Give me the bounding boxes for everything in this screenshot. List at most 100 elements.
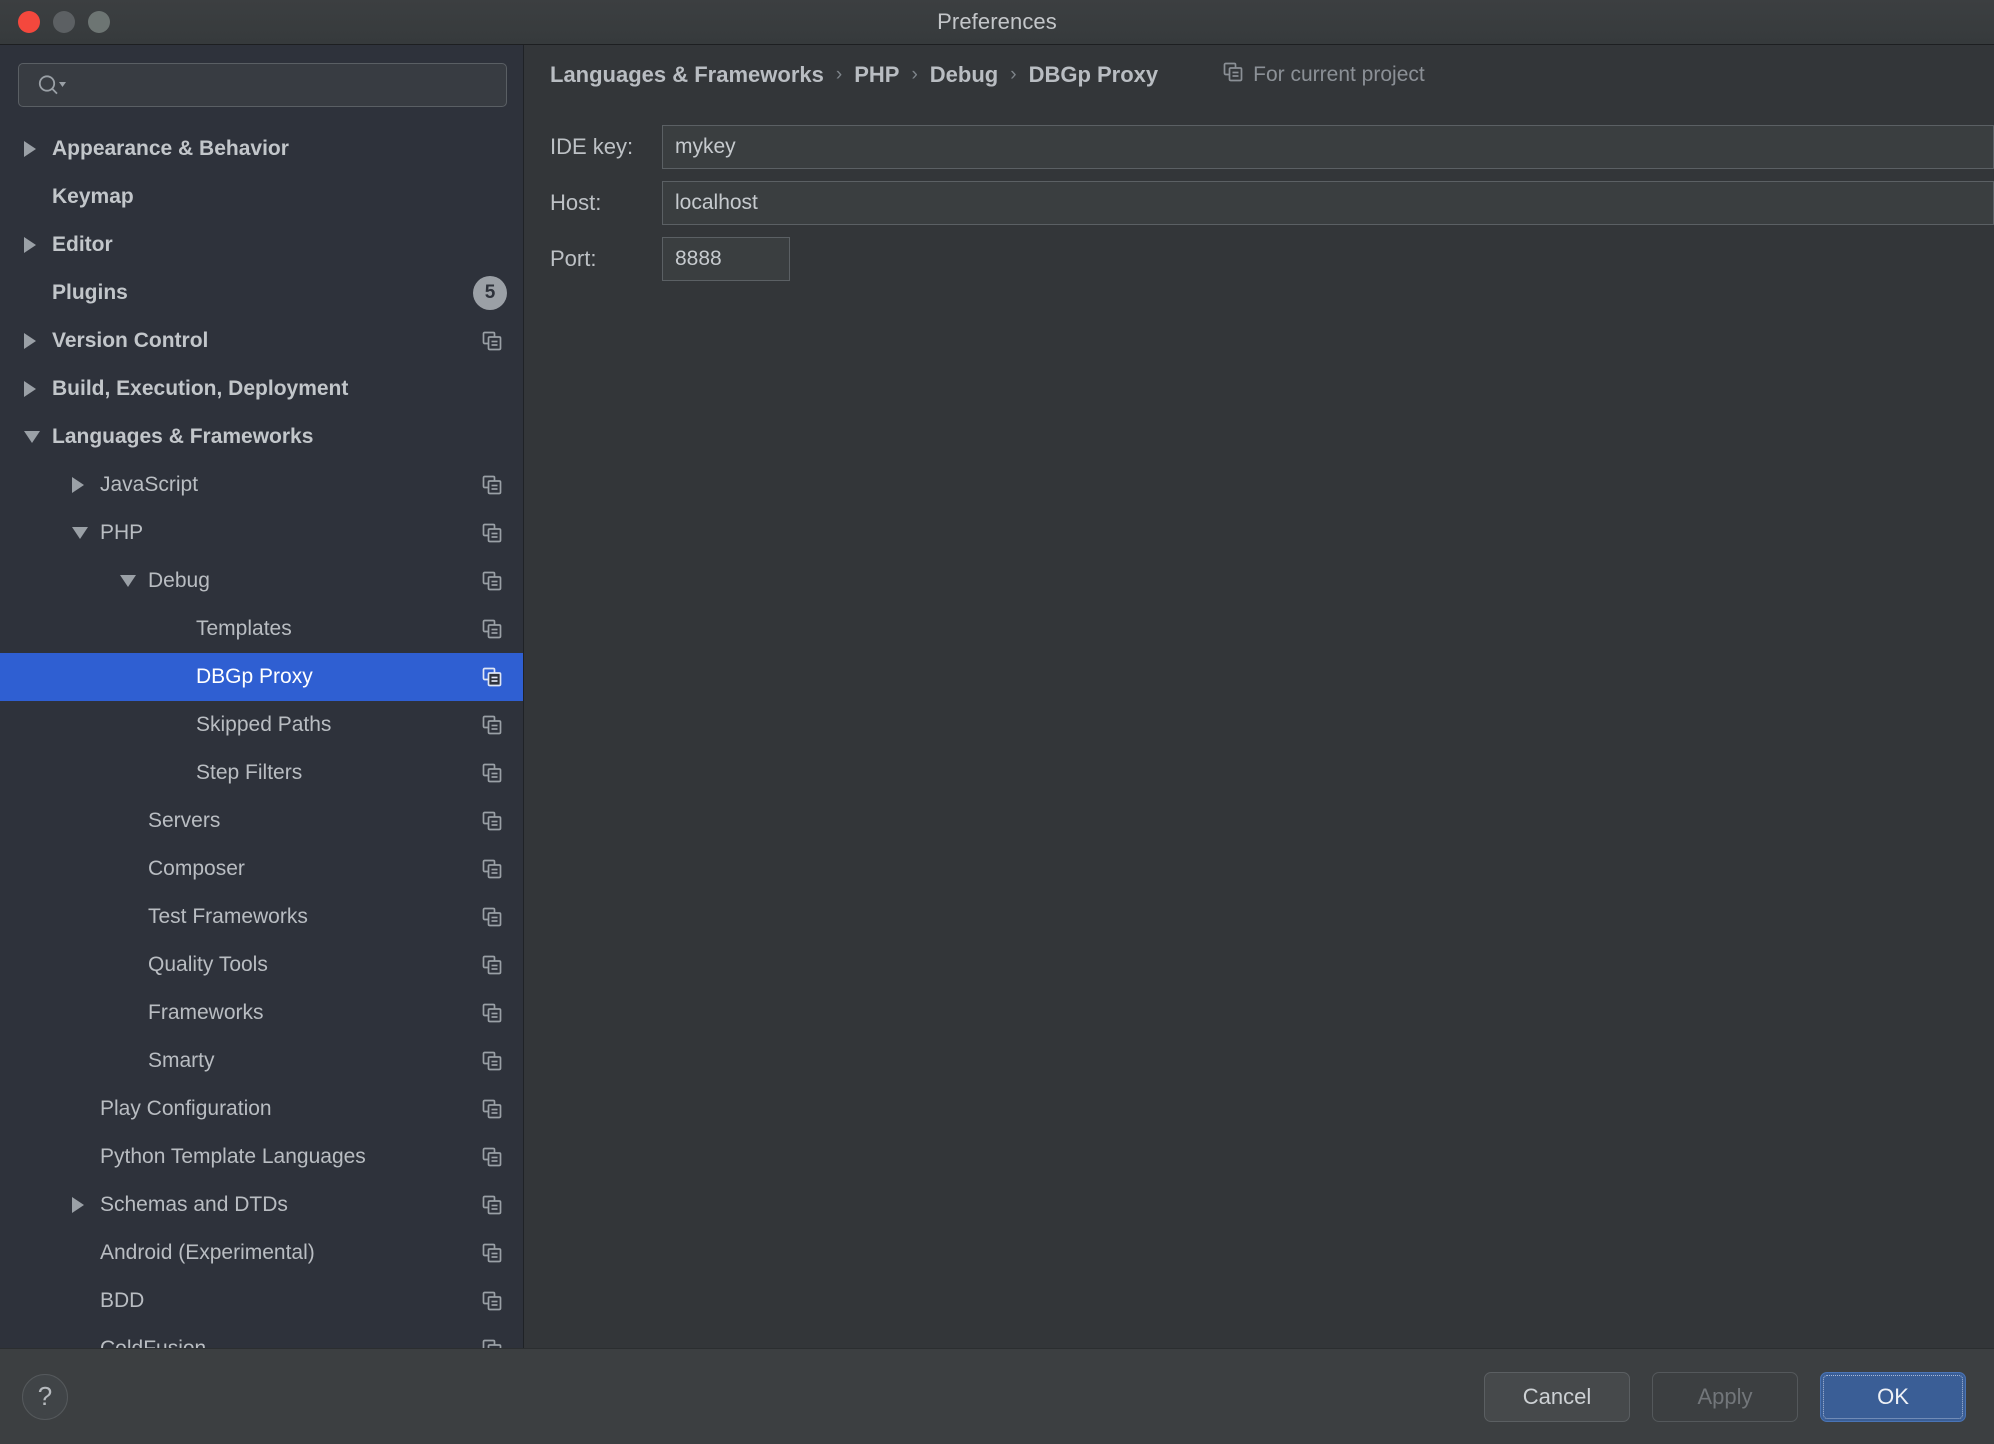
breadcrumb-item[interactable]: Languages & Frameworks — [550, 62, 824, 88]
copy-settings-icon[interactable] — [481, 666, 503, 688]
sidebar-item-skipped-paths[interactable]: Skipped Paths — [0, 701, 523, 749]
sidebar-item-schemas-and-dtds[interactable]: Schemas and DTDs — [0, 1181, 523, 1229]
sidebar-item-label: Editor — [52, 233, 113, 256]
sidebar-item-servers[interactable]: Servers — [0, 797, 523, 845]
copy-settings-icon[interactable] — [481, 858, 503, 880]
help-button[interactable]: ? — [22, 1373, 68, 1420]
copy-settings-icon[interactable] — [481, 1050, 503, 1072]
chevron-right-icon[interactable] — [72, 1197, 84, 1213]
search-input[interactable] — [67, 74, 506, 96]
zoom-button[interactable] — [88, 11, 110, 33]
sidebar-item-build-execution-deployment[interactable]: Build, Execution, Deployment — [0, 365, 523, 413]
sidebar-item-keymap[interactable]: Keymap — [0, 173, 523, 221]
sidebar-item-version-control[interactable]: Version Control — [0, 317, 523, 365]
copy-settings-icon[interactable] — [481, 1290, 503, 1312]
sidebar-item-step-filters[interactable]: Step Filters — [0, 749, 523, 797]
settings-tree[interactable]: Appearance & Behavior Keymap Editor Plugins… — [0, 121, 523, 1348]
copy-settings-icon[interactable] — [481, 570, 503, 592]
sidebar-item-dbgp-proxy[interactable]: DBGp Proxy — [0, 653, 523, 701]
sidebar-item-php[interactable]: PHP — [0, 509, 523, 557]
cancel-button[interactable]: Cancel — [1484, 1371, 1630, 1422]
copy-settings-icon[interactable] — [481, 522, 503, 544]
sidebar-item-editor[interactable]: Editor — [0, 221, 523, 269]
sidebar-item-smarty[interactable]: Smarty — [0, 1037, 523, 1085]
dbgp-proxy-form: IDE key: Host: Port: — [524, 105, 1994, 287]
copy-settings-icon[interactable] — [481, 1146, 503, 1168]
breadcrumb-item[interactable]: PHP — [854, 62, 899, 88]
apply-button: Apply — [1652, 1371, 1798, 1422]
field-label: Host: — [550, 190, 602, 215]
sidebar-item-label: Schemas and DTDs — [100, 1193, 288, 1216]
copy-settings-icon[interactable] — [481, 474, 503, 496]
close-button[interactable] — [18, 11, 40, 33]
sidebar-item-coldfusion[interactable]: ColdFusion — [0, 1325, 523, 1348]
breadcrumb-item[interactable]: Debug — [930, 62, 998, 88]
sidebar-item-frameworks[interactable]: Frameworks — [0, 989, 523, 1037]
form-row: Port: — [524, 231, 1994, 287]
ok-button[interactable]: OK — [1820, 1371, 1966, 1422]
sidebar-item-label: Test Frameworks — [148, 905, 308, 928]
chevron-right-icon[interactable] — [24, 141, 36, 157]
copy-settings-icon[interactable] — [481, 810, 503, 832]
copy-settings-icon[interactable] — [481, 906, 503, 928]
sidebar-item-quality-tools[interactable]: Quality Tools — [0, 941, 523, 989]
copy-settings-icon[interactable] — [481, 954, 503, 976]
sidebar-item-test-frameworks[interactable]: Test Frameworks — [0, 893, 523, 941]
plugins-count-badge: 5 — [473, 276, 507, 310]
breadcrumb-separator: › — [1010, 64, 1017, 85]
sidebar-item-plugins[interactable]: Plugins 5 — [0, 269, 523, 317]
copy-settings-icon[interactable] — [481, 330, 503, 352]
copy-settings-icon[interactable] — [481, 1002, 503, 1024]
chevron-right-icon[interactable] — [72, 477, 84, 493]
sidebar-item-python-template-languages[interactable]: Python Template Languages — [0, 1133, 523, 1181]
sidebar-item-label: PHP — [100, 521, 144, 544]
search-icon — [37, 74, 67, 96]
sidebar-item-composer[interactable]: Composer — [0, 845, 523, 893]
sidebar-item-languages-frameworks[interactable]: Languages & Frameworks — [0, 413, 523, 461]
field-label: Port: — [550, 246, 597, 271]
ide-key-input[interactable] — [662, 125, 1994, 169]
sidebar-item-play-configuration[interactable]: Play Configuration — [0, 1085, 523, 1133]
sidebar-item-bdd[interactable]: BDD — [0, 1277, 523, 1325]
search-box[interactable] — [18, 63, 507, 107]
sidebar-item-label: Python Template Languages — [100, 1145, 366, 1168]
breadcrumb-item[interactable]: DBGp Proxy — [1029, 62, 1159, 88]
copy-settings-icon[interactable] — [481, 1338, 503, 1348]
sidebar-item-label: Build, Execution, Deployment — [52, 377, 349, 400]
title-bar: Preferences — [0, 0, 1994, 45]
host-input[interactable] — [662, 181, 1994, 225]
sidebar-item-label: Languages & Frameworks — [52, 425, 314, 448]
chevron-down-icon[interactable] — [24, 431, 40, 443]
form-row: Host: — [524, 175, 1994, 231]
sidebar-item-appearance-behavior[interactable]: Appearance & Behavior — [0, 125, 523, 173]
chevron-down-icon[interactable] — [72, 527, 88, 539]
sidebar-item-label: Keymap — [52, 185, 134, 208]
copy-settings-icon[interactable] — [481, 1242, 503, 1264]
sidebar-item-android-experimental[interactable]: Android (Experimental) — [0, 1229, 523, 1277]
copy-settings-icon[interactable] — [481, 1194, 503, 1216]
sidebar-item-label: Frameworks — [148, 1001, 264, 1024]
copy-settings-icon[interactable] — [481, 1098, 503, 1120]
sidebar-item-label: Smarty — [148, 1049, 215, 1072]
field-label: IDE key: — [550, 134, 634, 159]
chevron-right-icon[interactable] — [24, 333, 36, 349]
scope-label: For current project — [1253, 63, 1425, 86]
sidebar-item-label: Servers — [148, 809, 221, 832]
copy-settings-icon[interactable] — [481, 714, 503, 736]
sidebar-item-debug[interactable]: Debug — [0, 557, 523, 605]
sidebar-item-label: JavaScript — [100, 473, 199, 496]
chevron-right-icon[interactable] — [24, 237, 36, 253]
chevron-right-icon[interactable] — [24, 381, 36, 397]
sidebar-item-templates[interactable]: Templates — [0, 605, 523, 653]
copy-settings-icon[interactable] — [481, 618, 503, 640]
port-input[interactable] — [662, 237, 790, 281]
minimize-button[interactable] — [53, 11, 75, 33]
breadcrumb: Languages & Frameworks › PHP › Debug › DBGp Pr… — [524, 45, 1994, 105]
sidebar-item-label: DBGp Proxy — [196, 665, 313, 688]
sidebar-item-label: Version Control — [52, 329, 209, 352]
copy-settings-icon[interactable] — [481, 762, 503, 784]
chevron-down-icon[interactable] — [120, 575, 136, 587]
form-row: IDE key: — [524, 119, 1994, 175]
sidebar-item-label: Play Configuration — [100, 1097, 272, 1120]
sidebar-item-javascript[interactable]: JavaScript — [0, 461, 523, 509]
